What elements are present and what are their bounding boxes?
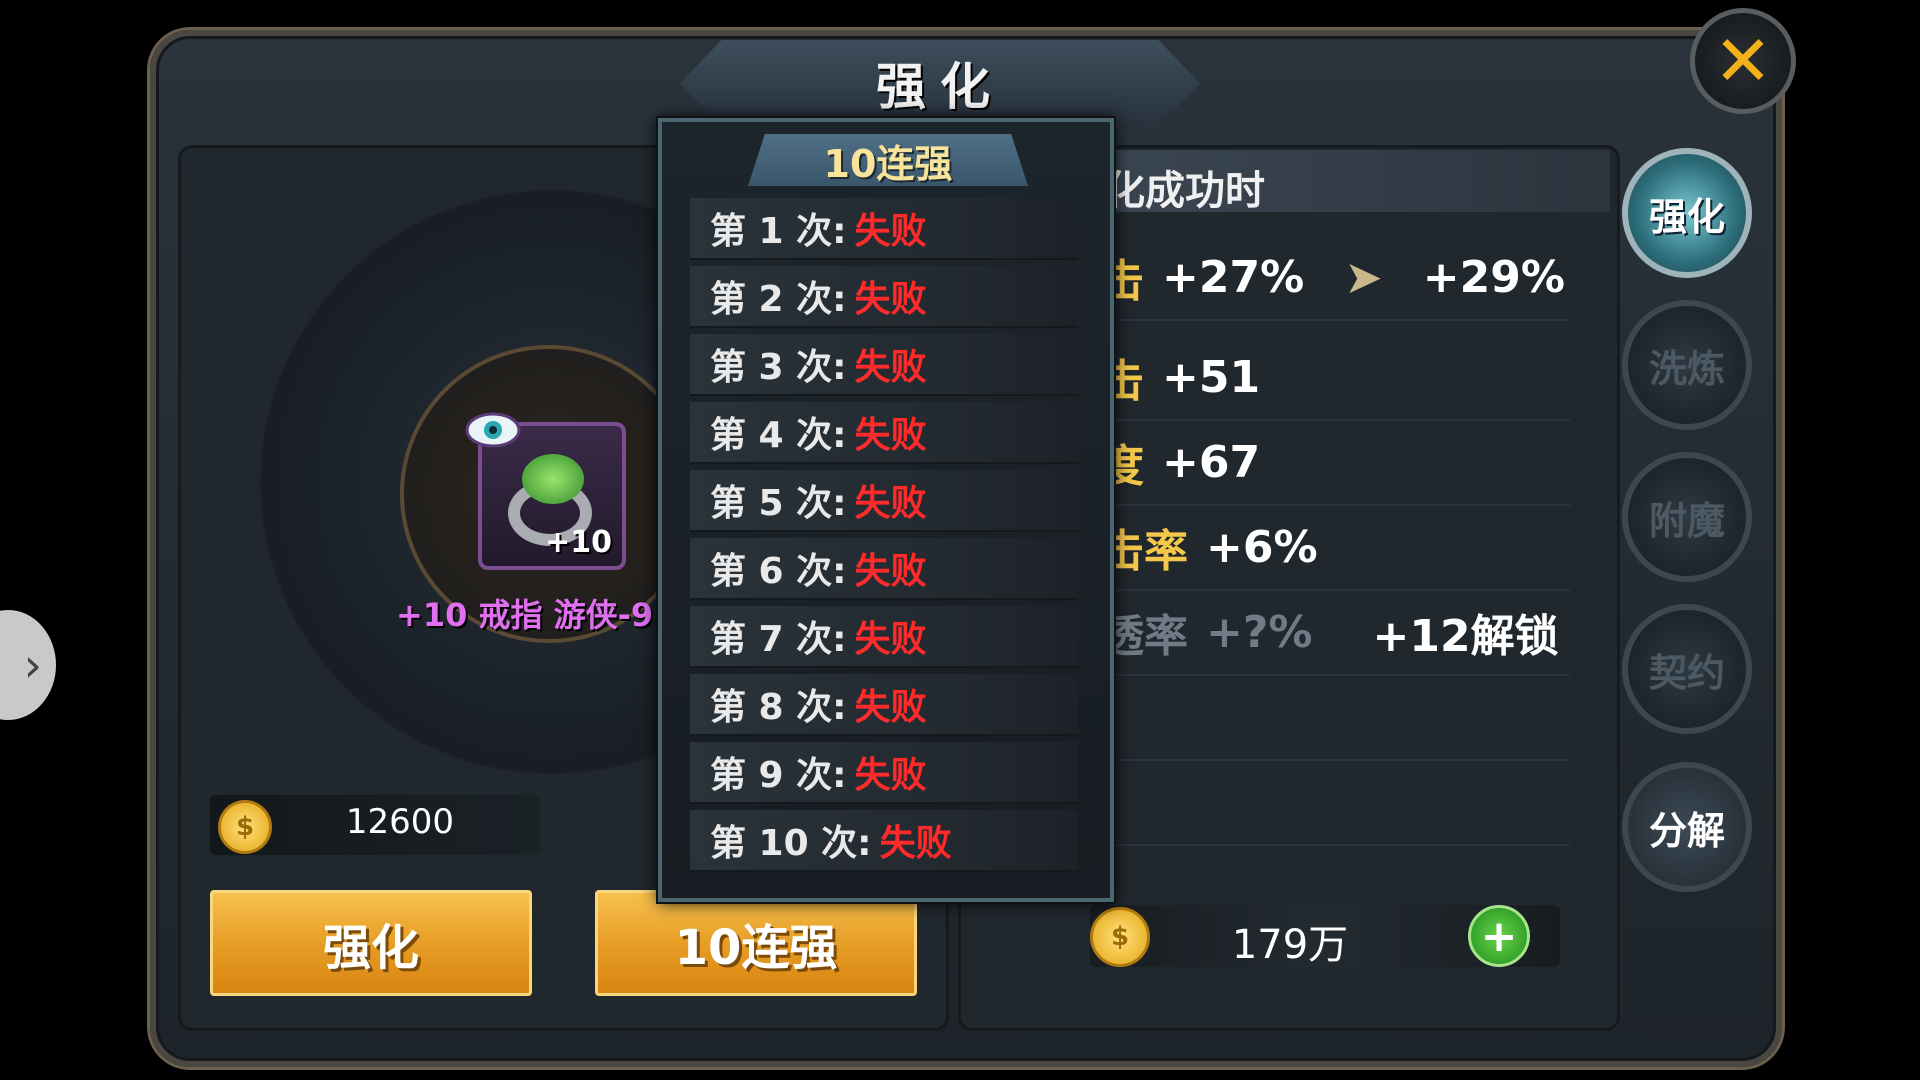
stat-value: +67	[1162, 436, 1261, 488]
stat-value: +27%	[1162, 251, 1305, 303]
result-row: 第 1 次: 失败	[690, 198, 1078, 260]
coin-symbol: $	[1110, 922, 1130, 952]
result-row: 第 3 次: 失败	[690, 334, 1078, 396]
attempt-result: 失败	[854, 415, 927, 456]
plus-icon: +	[1480, 910, 1518, 962]
gem-icon	[522, 454, 584, 504]
tab-enhance[interactable]: 强化	[1622, 148, 1752, 278]
item-name: +10 戒指 游侠-9	[396, 596, 654, 634]
expand-handle[interactable]: ›	[0, 610, 56, 720]
enhance-button[interactable]: 强化	[210, 890, 532, 996]
chevron-right-icon: ›	[23, 638, 42, 692]
stat-row: 击率 +6%	[1100, 505, 1570, 591]
attempt-result: 失败	[854, 687, 927, 728]
title-banner: 强化	[680, 40, 1200, 126]
attempt-label: 第 5 次:	[710, 483, 847, 524]
result-row: 第 4 次: 失败	[690, 402, 1078, 464]
attempt-label: 第 2 次:	[710, 279, 847, 320]
attempt-result: 失败	[854, 755, 927, 796]
attempt-label: 第 4 次:	[710, 415, 847, 456]
stat-row: 击 +27% ➤ +29%	[1100, 235, 1570, 321]
result-row: 第 9 次: 失败	[690, 742, 1078, 804]
attempt-label: 第 10 次:	[710, 823, 872, 864]
window-title: 强化	[876, 58, 1004, 116]
stat-unlock-hint: +12解锁	[1372, 611, 1559, 662]
result-row: 第 8 次: 失败	[690, 674, 1078, 736]
result-row: 第 6 次: 失败	[690, 538, 1078, 600]
attempt-label: 第 8 次:	[710, 687, 847, 728]
stat-next-value: +29%	[1422, 251, 1565, 303]
attempt-result: 失败	[854, 551, 927, 592]
tab-refine[interactable]: 洗炼	[1622, 300, 1752, 430]
attempt-label: 第 9 次:	[710, 755, 847, 796]
coin-symbol: $	[235, 812, 255, 842]
ten-enhance-button[interactable]: 10连强	[595, 890, 917, 996]
stat-row: 击 +51	[1100, 335, 1570, 421]
coin-icon: $	[218, 800, 272, 854]
success-title: 化成功时	[1105, 168, 1265, 214]
tab-enchant[interactable]: 附魔	[1622, 452, 1752, 582]
item-level-badge: +10	[545, 525, 612, 560]
stat-row: 度 +67	[1100, 420, 1570, 506]
attempt-result: 失败	[854, 279, 927, 320]
arrow-right-icon: ➤	[1344, 250, 1383, 304]
cost-value: 12600	[345, 802, 455, 842]
attempt-result: 失败	[879, 823, 952, 864]
popup-title: 10连强	[823, 141, 953, 186]
attempt-result: 失败	[854, 347, 927, 388]
attempt-label: 第 6 次:	[710, 551, 847, 592]
stat-row-empty	[1100, 675, 1570, 761]
stat-row-empty	[1100, 760, 1570, 846]
attempt-result: 失败	[854, 619, 927, 660]
result-row: 第 7 次: 失败	[690, 606, 1078, 668]
attempt-label: 第 3 次:	[710, 347, 847, 388]
result-row: 第 5 次: 失败	[690, 470, 1078, 532]
tab-contract[interactable]: 契约	[1622, 604, 1752, 734]
close-icon: ✕	[1713, 20, 1773, 102]
coin-icon: $	[1090, 907, 1150, 967]
stat-value: +?%	[1206, 606, 1313, 658]
tab-disassemble[interactable]: 分解	[1622, 762, 1752, 892]
popup-title-bar: 10连强	[748, 134, 1028, 186]
stat-row: 透率 +?% +12解锁	[1100, 590, 1570, 676]
attempt-result: 失败	[854, 483, 927, 524]
eye-icon	[465, 412, 521, 448]
close-button[interactable]: ✕	[1690, 8, 1796, 114]
stat-value: +6%	[1206, 521, 1318, 573]
attempt-label: 第 1 次:	[710, 211, 847, 252]
attempt-result: 失败	[854, 211, 927, 252]
stat-value: +51	[1162, 351, 1261, 403]
add-gold-button[interactable]: +	[1468, 905, 1530, 967]
attempt-label: 第 7 次:	[710, 619, 847, 660]
result-row: 第 10 次: 失败	[690, 810, 1078, 872]
result-row: 第 2 次: 失败	[690, 266, 1078, 328]
gold-value: 179万	[1231, 922, 1349, 968]
